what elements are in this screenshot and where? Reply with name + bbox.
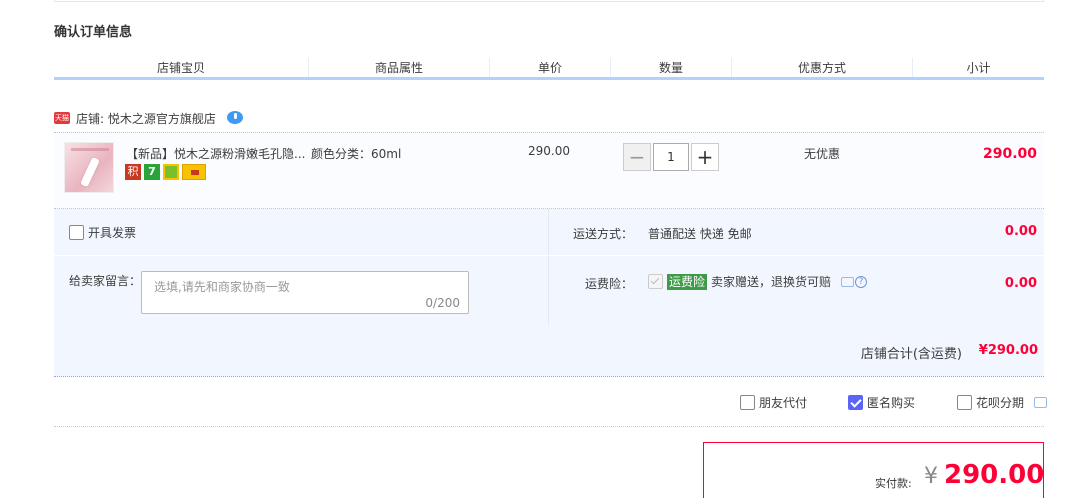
item-subtotal: 290.00 — [982, 146, 1037, 162]
anonymous-purchase-checkbox[interactable] — [848, 395, 863, 410]
quantity-stepper: − 1 + — [623, 143, 719, 171]
installment-option[interactable]: 花呗分期 — [957, 394, 1048, 411]
page-title: 确认订单信息 — [54, 25, 133, 40]
friend-pay-option[interactable]: 朋友代付 — [740, 394, 807, 411]
chat-seller-icon[interactable] — [226, 110, 244, 126]
panel-divider — [548, 209, 549, 325]
friend-pay-label: 朋友代付 — [759, 396, 808, 410]
header-unit-price: 单价 — [490, 58, 611, 77]
quantity-decrease-button[interactable]: − — [623, 143, 651, 171]
panel-divider — [54, 255, 1044, 256]
insurance-option: 运费险 卖家赠送，退换货可赔 ? — [648, 273, 868, 290]
friend-pay-checkbox[interactable] — [740, 395, 755, 410]
insurance-tag: 运费险 — [667, 273, 708, 290]
chat-bubble-icon[interactable] — [1034, 397, 1048, 408]
chat-bubble-icon[interactable] — [841, 276, 855, 287]
insurance-label: 运费险： — [585, 277, 634, 291]
header-attributes: 商品属性 — [309, 58, 490, 77]
seller-message-placeholder: 选填,请先和商家协商一致 — [154, 280, 290, 294]
character-counter: 0/200 — [425, 296, 460, 310]
insurance-fee: 0.00 — [1004, 276, 1037, 291]
shop-row: 天猫 店铺: 悦木之源官方旗舰店 — [54, 109, 244, 127]
invoice-checkbox[interactable] — [69, 225, 84, 240]
tmall-badge-icon: 天猫 — [54, 112, 70, 124]
seven-day-return-icon: 7 — [144, 164, 160, 180]
seller-message-input[interactable]: 选填,请先和商家协商一致 0/200 — [141, 271, 469, 314]
anonymous-purchase-option[interactable]: 匿名购买 — [848, 394, 915, 411]
order-item-row: 【新品】悦木之源粉滑嫩毛孔隐... 积 7 颜色分类：60ml 290.00 −… — [54, 132, 1044, 209]
unit-price: 290.00 — [528, 144, 570, 158]
shop-total-amount: ¥290.00 — [978, 343, 1038, 358]
header-shop-items: 店铺宝贝 — [54, 58, 309, 77]
invoice-option[interactable]: 开具发票 — [69, 224, 136, 241]
discount-method: 无优惠 — [804, 147, 841, 161]
top-rule — [54, 0, 1044, 2]
invoice-label: 开具发票 — [88, 226, 137, 240]
shipping-fee: 0.00 — [1004, 224, 1037, 239]
shop-total-label: 店铺合计(含运费) — [860, 347, 962, 362]
product-thumbnail[interactable] — [64, 142, 114, 193]
insurance-description: 卖家赠送，退换货可赔 — [711, 275, 832, 289]
header-subtotal: 小计 — [966, 61, 991, 75]
guarantee-badge-icon — [163, 164, 179, 180]
quantity-input[interactable]: 1 — [653, 143, 689, 171]
points-badge-icon: 积 — [125, 164, 141, 180]
order-table-header: 店铺宝贝 商品属性 单价 数量 优惠方式 小计 — [54, 58, 1044, 80]
shop-total-row: 店铺合计(含运费) ¥290.00 — [54, 325, 1044, 377]
installment-label: 花呗分期 — [976, 396, 1025, 410]
installment-checkbox[interactable] — [957, 395, 972, 410]
insurance-checkbox — [648, 274, 663, 289]
seller-message-label: 给卖家留言： — [69, 274, 142, 288]
payment-amount: 290.00 — [944, 460, 1045, 490]
shipping-method-label: 运送方式： — [573, 227, 634, 241]
help-icon[interactable]: ? — [855, 275, 868, 288]
product-title-link[interactable]: 【新品】悦木之源粉滑嫩毛孔隐... — [126, 145, 306, 162]
order-extras-panel: 开具发票 运送方式： 普通配送 快递 免邮 0.00 给卖家留言： 选填,请先和… — [54, 209, 1044, 325]
header-discount: 优惠方式 — [732, 58, 913, 77]
quantity-increase-button[interactable]: + — [691, 143, 719, 171]
anonymous-purchase-label: 匿名购买 — [867, 396, 916, 410]
divider — [54, 426, 1044, 427]
shop-name[interactable]: 店铺: 悦木之源官方旗舰店 — [76, 110, 216, 127]
credit-card-badge-icon — [182, 164, 206, 180]
currency-symbol: ¥ — [924, 464, 938, 489]
header-quantity: 数量 — [611, 58, 732, 77]
product-attribute: 颜色分类：60ml — [311, 147, 402, 161]
service-badges: 积 7 — [125, 164, 206, 180]
shipping-method-value[interactable]: 普通配送 快递 免邮 — [648, 225, 752, 242]
payment-label: 实付款: — [875, 477, 912, 490]
payment-summary: 实付款: ¥ 290.00 — [703, 442, 1044, 498]
